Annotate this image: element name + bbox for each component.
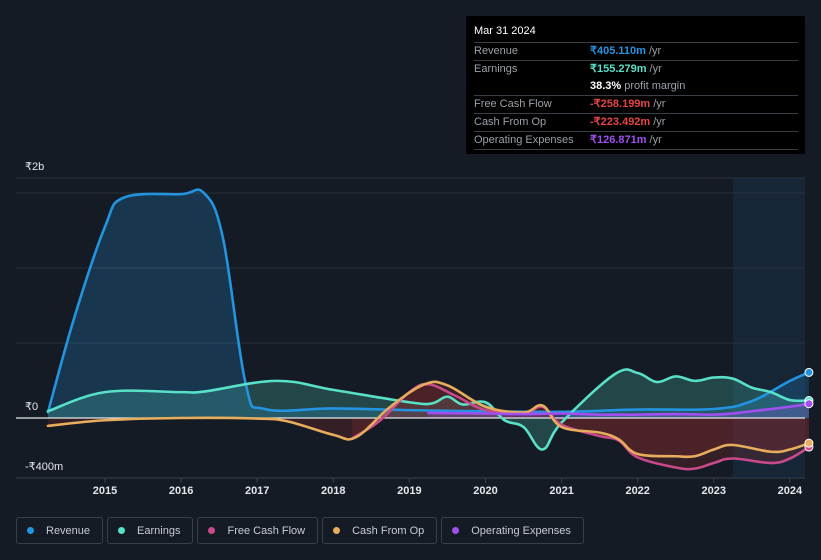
cash-from-op-endpoint <box>804 438 814 448</box>
tooltip-value: ₹155.279m <box>590 63 647 75</box>
tooltip-value: ₹126.871m <box>590 134 647 146</box>
legend-item-cash-from-op[interactable]: Cash From Op <box>322 517 438 544</box>
tooltip-unit: /yr <box>653 98 666 110</box>
legend-label: Cash From Op <box>352 524 425 537</box>
tooltip-value: 38.3% <box>590 80 622 92</box>
x-tick-label: 2024 <box>777 485 803 497</box>
legend-label: Free Cash Flow <box>227 524 306 537</box>
legend-item-revenue[interactable]: Revenue <box>16 517 104 544</box>
legend-label: Operating Expenses <box>471 524 571 537</box>
tooltip-row: 38.3% profit margin <box>474 78 798 95</box>
tooltip-value: -₹223.492m <box>590 116 651 128</box>
legend-dot-icon <box>333 527 341 534</box>
y-tick-label: ₹2b <box>25 161 45 173</box>
tooltip-unit: profit margin <box>624 80 686 92</box>
tooltip-value: -₹258.199m <box>590 98 651 110</box>
tooltip-label <box>474 78 590 95</box>
legend-item-free-cash-flow[interactable]: Free Cash Flow <box>197 517 319 544</box>
tooltip-row: Earnings ₹155.279m/yr <box>474 60 798 78</box>
revenue-endpoint <box>804 367 814 377</box>
tooltip-row: Cash From Op -₹223.492m/yr <box>474 113 798 131</box>
tooltip-unit: /yr <box>649 134 662 146</box>
x-tick-label: 2019 <box>397 485 422 497</box>
y-tick-label: ₹0 <box>25 401 39 413</box>
x-tick-label: 2016 <box>168 485 194 497</box>
x-tick-label: 2021 <box>549 485 574 497</box>
legend-dot-icon <box>452 527 460 534</box>
tooltip-unit: /yr <box>648 45 662 57</box>
tooltip-row: Operating Expenses ₹126.871m/yr <box>474 131 798 149</box>
legend-dot-icon <box>118 527 126 534</box>
series-areas <box>47 189 809 470</box>
y-tick-label: -₹400m <box>25 461 64 473</box>
legend-item-operating-expenses[interactable]: Operating Expenses <box>441 517 584 544</box>
tooltip-label: Operating Expenses <box>474 134 574 146</box>
tooltip-value: ₹405.110m <box>590 45 646 57</box>
tooltip-row: Free Cash Flow -₹258.199m/yr <box>474 95 798 113</box>
tooltip: Mar 31 2024 Revenue ₹405.110m/yr Earnings ₹… <box>466 16 805 154</box>
tooltip-unit: /yr <box>653 116 666 128</box>
x-tick-label: 2022 <box>625 485 650 497</box>
x-tick-label: 2018 <box>321 485 346 497</box>
legend-item-earnings[interactable]: Earnings <box>107 517 194 544</box>
operating-expenses-endpoint <box>804 399 814 409</box>
legend: Revenue Earnings Free Cash Flow Cash From O… <box>16 517 584 544</box>
tooltip-row: Revenue ₹405.110m/yr <box>474 42 798 60</box>
tooltip-label: Revenue <box>474 45 519 57</box>
tooltip-label: Earnings <box>474 63 518 75</box>
x-tick-label: 2017 <box>244 485 270 497</box>
tooltip-label: Free Cash Flow <box>474 98 552 110</box>
legend-dot-icon <box>27 527 34 534</box>
legend-label: Earnings <box>137 524 181 537</box>
tooltip-label: Cash From Op <box>474 116 547 128</box>
tooltip-unit: /yr <box>649 63 662 75</box>
x-axis-ticks <box>104 478 791 483</box>
x-tick-label: 2023 <box>701 485 727 497</box>
x-tick-label: 2015 <box>92 485 118 497</box>
legend-label: Revenue <box>46 524 91 537</box>
x-tick-label: 2020 <box>473 485 498 497</box>
tooltip-date: Mar 31 2024 <box>474 25 536 37</box>
legend-dot-icon <box>208 527 216 534</box>
